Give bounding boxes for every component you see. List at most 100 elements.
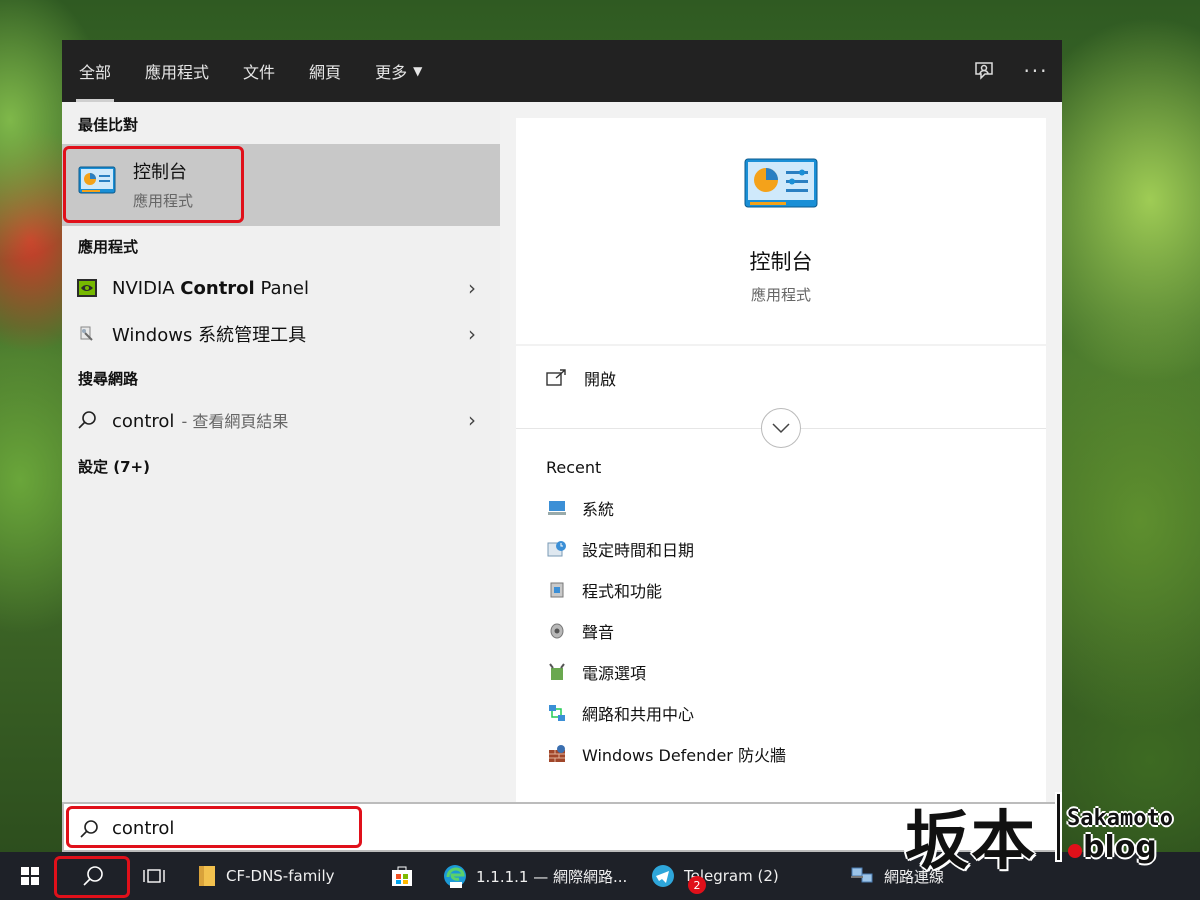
power-icon xyxy=(546,661,568,683)
expand-button[interactable] xyxy=(761,408,801,448)
store-icon xyxy=(392,866,412,886)
chevron-right-icon[interactable]: › xyxy=(468,322,476,346)
admin-tools-icon xyxy=(80,326,93,341)
label-part: NVIDIA xyxy=(112,277,181,299)
network-connections-icon xyxy=(851,867,873,883)
app-result-label: Windows 系統管理工具 xyxy=(112,321,306,347)
app-result-nvidia[interactable]: NVIDIA Control Panel › xyxy=(62,266,500,310)
network-icon xyxy=(546,702,568,724)
tab-more[interactable]: 更多 ▼ xyxy=(358,40,439,102)
highlight-box xyxy=(54,856,130,898)
preview-title: 控制台 xyxy=(749,250,813,274)
best-match-subtitle: 應用程式 xyxy=(133,192,194,210)
chevron-right-icon[interactable]: › xyxy=(468,276,476,300)
best-match-heading: 最佳比對 xyxy=(78,116,139,134)
search-icon xyxy=(78,411,96,429)
more-options-button[interactable]: ··· xyxy=(1010,40,1062,102)
recent-item-power[interactable]: 電源選項 xyxy=(546,660,646,684)
open-action[interactable]: 開啟 xyxy=(546,366,616,390)
start-button[interactable] xyxy=(0,852,60,900)
edge-beta-icon xyxy=(444,865,466,888)
results-list: 最佳比對 控制台 應用程式 應用程式 NVIDIA Control Panel … xyxy=(62,102,500,802)
open-label: 開啟 xyxy=(584,370,617,389)
watermark-divider xyxy=(1057,794,1060,860)
recent-item-firewall[interactable]: Windows Defender 防火牆 xyxy=(546,742,786,766)
recent-item-label: 設定時間和日期 xyxy=(582,541,695,560)
tab-label: 應用程式 xyxy=(145,63,210,82)
watermark-dot xyxy=(1068,844,1082,858)
apps-heading: 應用程式 xyxy=(78,238,139,256)
watermark-blog: blog xyxy=(1083,830,1157,865)
watermark-cn: 坂本 xyxy=(905,804,1037,879)
recent-item-system[interactable]: 系統 xyxy=(546,496,614,520)
taskbar-item-edge[interactable]: 1.1.1.1 — 網際網路... xyxy=(432,852,642,900)
control-panel-icon xyxy=(744,158,818,214)
web-hint: - 查看網頁結果 xyxy=(176,412,289,431)
preview-header: 控制台 應用程式 xyxy=(516,118,1046,344)
web-heading: 搜尋網路 xyxy=(78,370,139,388)
recent-item-sound[interactable]: 聲音 xyxy=(546,619,614,643)
recent-item-label: 網路和共用中心 xyxy=(582,705,695,724)
feedback-icon xyxy=(975,62,993,80)
recent-item-label: 聲音 xyxy=(582,623,615,642)
search-flyout: 全部 應用程式 文件 網頁 更多 ▼ ··· 最佳比對 控制台 應用程式 應用程… xyxy=(62,40,1062,802)
tab-label: 更多 xyxy=(375,63,408,82)
chevron-right-icon[interactable]: › xyxy=(468,408,476,432)
recent-item-network[interactable]: 網路和共用中心 xyxy=(546,701,694,725)
folder-icon xyxy=(199,866,215,886)
chevron-down-icon xyxy=(772,423,790,434)
taskbar-item-label: CF-DNS-family xyxy=(226,867,335,885)
nvidia-icon xyxy=(77,279,97,297)
tab-apps[interactable]: 應用程式 xyxy=(128,40,226,102)
best-match-title: 控制台 xyxy=(133,162,187,183)
app-result-label: NVIDIA Control Panel xyxy=(112,278,309,299)
telegram-unread-badge: 2 xyxy=(688,876,706,894)
firewall-icon xyxy=(546,743,568,765)
datetime-icon xyxy=(546,538,568,560)
web-result-label: control - 查看網頁結果 xyxy=(112,408,288,432)
tab-all[interactable]: 全部 xyxy=(62,40,128,102)
watermark-logo: 坂本 Sakamoto blog xyxy=(905,790,1195,895)
tab-label: 網頁 xyxy=(309,63,342,82)
watermark-en: Sakamoto xyxy=(1067,806,1173,831)
recent-item-label: 電源選項 xyxy=(582,664,647,683)
label-part: Panel xyxy=(254,277,309,299)
taskbar-item-telegram[interactable]: Telegram (2) xyxy=(642,852,842,900)
programs-icon xyxy=(546,579,568,601)
recent-heading: Recent xyxy=(546,458,602,477)
taskbar-item-store[interactable] xyxy=(372,852,432,900)
tab-documents[interactable]: 文件 xyxy=(226,40,292,102)
taskbar-item-label: 1.1.1.1 — 網際網路... xyxy=(476,867,628,886)
feedback-button[interactable] xyxy=(958,40,1010,102)
tab-label: 文件 xyxy=(243,63,276,82)
app-result-admin-tools[interactable]: Windows 系統管理工具 › xyxy=(62,312,500,356)
label-bold-part: Control xyxy=(180,277,255,299)
search-input[interactable] xyxy=(112,814,352,842)
search-icon xyxy=(80,820,98,838)
task-view-button[interactable] xyxy=(126,852,182,900)
best-match-item[interactable]: 控制台 應用程式 xyxy=(62,144,500,226)
caret-down-icon: ▼ xyxy=(413,64,423,78)
more-options-icon: ··· xyxy=(1023,59,1049,83)
recent-item-datetime[interactable]: 設定時間和日期 xyxy=(546,537,694,561)
recent-item-label: 系統 xyxy=(582,500,615,519)
tab-web[interactable]: 網頁 xyxy=(292,40,358,102)
search-tabs-bar: 全部 應用程式 文件 網頁 更多 ▼ ··· xyxy=(62,40,1062,102)
settings-heading[interactable]: 設定 (7+) xyxy=(78,456,150,477)
windows-icon xyxy=(21,867,39,885)
open-icon xyxy=(546,369,566,386)
preview-actions: 開啟 Recent 系統 設定時間和日期 程式和功能 聲音 電源選項 網路和共用… xyxy=(516,346,1046,802)
system-icon xyxy=(546,497,568,519)
task-view-icon xyxy=(143,869,165,883)
web-result[interactable]: control - 查看網頁結果 › xyxy=(62,398,500,442)
sound-icon xyxy=(546,620,568,642)
taskbar-item-folder[interactable]: CF-DNS-family xyxy=(182,852,372,900)
label-part: Windows 系統管理工具 xyxy=(112,325,307,346)
tab-label: 全部 xyxy=(79,63,112,82)
web-term: control xyxy=(112,411,175,432)
recent-item-programs[interactable]: 程式和功能 xyxy=(546,578,662,602)
recent-item-label: 程式和功能 xyxy=(582,582,663,601)
recent-item-label: Windows Defender 防火牆 xyxy=(582,746,786,765)
preview-subtitle: 應用程式 xyxy=(750,286,811,304)
telegram-icon xyxy=(652,865,674,887)
